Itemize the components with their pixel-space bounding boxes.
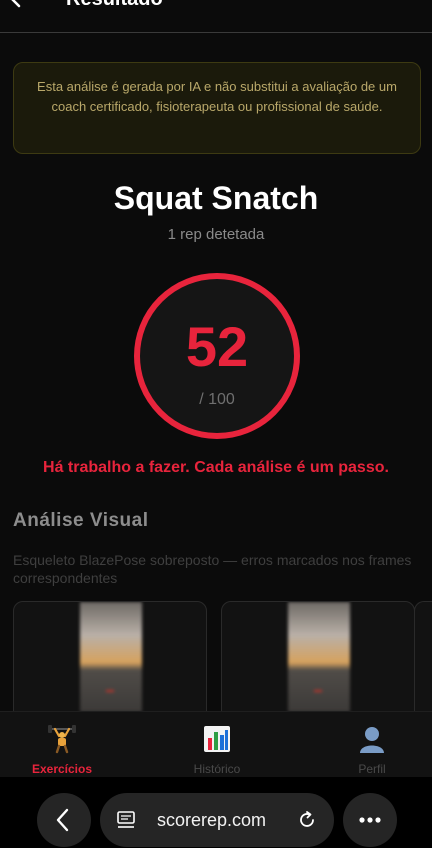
user-silhouette-icon <box>357 724 387 754</box>
score-max-label: / 100 <box>199 391 235 408</box>
top-bar: Resultado <box>0 0 432 33</box>
score-ring: 52 / 100 <box>134 273 300 439</box>
analysis-frame-card[interactable] <box>414 601 432 721</box>
nav-item-label: Exercícios <box>31 762 93 776</box>
weightlifter-icon <box>47 724 77 754</box>
page-title: Resultado <box>66 0 163 11</box>
error-marker <box>314 690 322 692</box>
feedback-message: Há trabalho a fazer. Cada análise é um p… <box>43 459 389 476</box>
nav-item-historico[interactable]: Histórico <box>145 712 289 778</box>
nav-item-label: Histórico <box>193 762 241 776</box>
reload-icon[interactable] <box>296 809 318 831</box>
analysis-frame-card[interactable] <box>221 601 415 721</box>
frame-thumbnail <box>80 602 142 712</box>
bar-chart-icon <box>202 724 232 754</box>
visual-analysis-title: Análise Visual <box>13 510 149 531</box>
url-text: scorerep.com <box>157 810 267 830</box>
chevron-left-icon <box>56 808 69 832</box>
frame-thumbnail <box>288 602 350 712</box>
nav-item-perfil[interactable]: Perfil <box>300 712 432 778</box>
visual-analysis-description: Esqueleto BlazePose sobreposto — erros m… <box>13 552 412 586</box>
exercise-title: Squat Snatch <box>113 180 319 216</box>
browser-back-button[interactable] <box>37 793 91 847</box>
browser-toolbar: scorerep.com <box>0 777 432 848</box>
analysis-frame-card[interactable] <box>13 601 207 721</box>
page-info-icon[interactable] <box>116 810 136 830</box>
back-chevron-icon[interactable] <box>6 0 26 8</box>
address-bar[interactable]: scorerep.com <box>100 793 334 847</box>
nav-item-label: Perfil <box>358 762 386 776</box>
bottom-navigation: Exercícios Histórico Perfil <box>0 711 432 777</box>
disclaimer-text: Esta análise é gerada por IA e não subst… <box>37 79 397 114</box>
browser-more-button[interactable] <box>343 793 397 847</box>
error-marker <box>106 690 114 692</box>
ai-disclaimer-banner: Esta análise é gerada por IA e não subst… <box>13 62 421 154</box>
more-dots-icon <box>359 817 381 823</box>
nav-item-exercicios[interactable]: Exercícios <box>0 712 134 778</box>
score-value: 52 <box>185 315 249 378</box>
reps-detected-label: 1 rep detetada <box>167 226 265 243</box>
